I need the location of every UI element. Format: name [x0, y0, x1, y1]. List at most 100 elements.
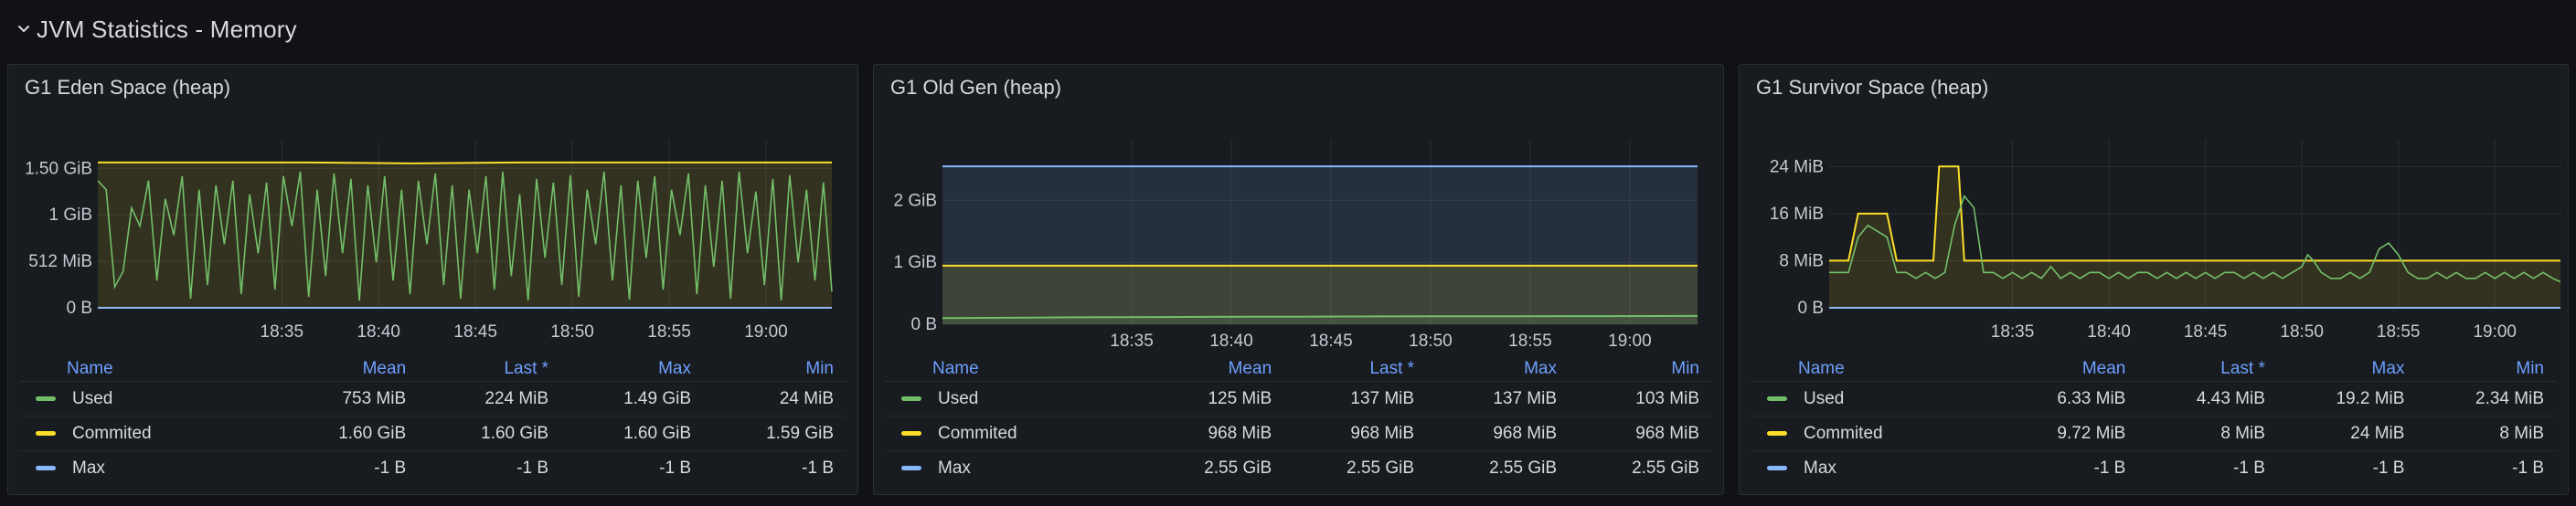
legend-swatch [901, 430, 921, 436]
chart-area[interactable]: 0 B 512 MiB 1 GiB 1.50 GiB 18:35 18:40 18:45 18… [8, 65, 859, 355]
x-tick-label: 18:45 [1309, 332, 1353, 351]
legend-value: 968 MiB [1284, 416, 1428, 451]
x-tick-label: 19:00 [744, 322, 788, 342]
legend-header-last[interactable]: Last * [2138, 357, 2278, 382]
legend-value: 1.60 GiB [419, 416, 562, 451]
legend-header-min[interactable]: Min [1570, 357, 1712, 382]
legend-value: -1 B [2512, 458, 2544, 478]
legend-header-mean[interactable]: Mean [1998, 357, 2139, 382]
legend-value: 1.59 GiB [704, 416, 846, 451]
legend-row[interactable]: Used 125 MiB 137 MiB 137 MiB 103 MiB [885, 381, 1712, 416]
legend-value: 2.55 GiB [1632, 458, 1699, 478]
x-tick-label: 18:40 [1209, 332, 1253, 351]
x-tick-label: 18:50 [2280, 322, 2324, 342]
legend-value: 968 MiB [1142, 416, 1285, 451]
legend-series-name[interactable]: Commited [72, 424, 152, 443]
x-tick-label: 19:00 [2473, 322, 2517, 342]
x-tick-label: 18:35 [261, 322, 304, 342]
x-tick-label: 19:00 [1608, 332, 1652, 351]
legend-value: 1.60 GiB [276, 416, 420, 451]
y-tick-label: 0 B [910, 315, 937, 334]
legend-value: 2.55 GiB [1204, 458, 1272, 478]
legend-value: 2.34 MiB [2417, 381, 2557, 416]
panel-survivor-space[interactable]: G1 Survivor Space (heap) 0 B8 MiB 16 MiB 24… [1739, 64, 2569, 495]
legend-row[interactable]: Max 2.55 GiB 2.55 GiB 2.55 GiB 2.55 GiB [885, 451, 1712, 486]
legend-swatch [36, 395, 56, 401]
legend-series-name[interactable]: Max [1804, 459, 1836, 478]
legend-header-last[interactable]: Last * [1284, 357, 1428, 382]
legend-header-max[interactable]: Max [1427, 357, 1570, 382]
y-tick-label: 24 MiB [1770, 157, 1824, 176]
row-header[interactable]: JVM Statistics - Memory [0, 0, 2576, 58]
legend-row[interactable]: Used 6.33 MiB 4.43 MiB 19.2 MiB 2.34 MiB [1751, 381, 2557, 416]
y-tick-label: 0 B [1797, 299, 1824, 318]
legend-value: 8 MiB [2138, 416, 2278, 451]
legend-swatch [901, 395, 921, 401]
x-tick-label: 18:35 [1110, 332, 1154, 351]
legend-table: Name Mean Last * Max Min Used 6.33 MiB 4.43 MiB… [1751, 357, 2557, 485]
legend-header-max[interactable]: Max [2277, 357, 2418, 382]
x-tick-label: 18:55 [647, 322, 691, 342]
legend-value: 2.55 GiB [1489, 458, 1558, 478]
x-tick-label: 18:45 [453, 322, 497, 342]
legend-value: 968 MiB [1427, 416, 1570, 451]
legend-swatch [1767, 465, 1787, 470]
legend-row[interactable]: Commited 1.60 GiB 1.60 GiB 1.60 GiB 1.59 GiB [19, 416, 846, 451]
y-tick-label: 1.50 GiB [25, 159, 92, 178]
legend-value: 24 MiB [2277, 416, 2418, 451]
legend-swatch [1767, 395, 1787, 401]
legend-series-name[interactable]: Max [72, 459, 105, 478]
legend-value: 224 MiB [419, 381, 562, 416]
legend-series-name[interactable]: Commited [938, 424, 1017, 443]
legend-row[interactable]: Max -1 B -1 B -1 B -1 B [1751, 451, 2557, 486]
legend-header-mean[interactable]: Mean [1142, 357, 1285, 382]
legend-header-name[interactable]: Name [1751, 357, 1999, 382]
x-tick-label: 18:45 [2184, 322, 2228, 342]
legend-table: Name Mean Last * Max Min Used 125 MiB 137 MiB 13… [885, 357, 1712, 485]
legend-value: 103 MiB [1570, 381, 1712, 416]
y-tick-label: 2 GiB [893, 191, 937, 210]
legend-value: -1 B [659, 458, 692, 478]
legend-series-name[interactable]: Commited [1804, 424, 1883, 443]
legend-value: 137 MiB [1427, 381, 1570, 416]
legend-row[interactable]: Max -1 B -1 B -1 B -1 B [19, 451, 846, 486]
y-tick-label: 0 B [66, 299, 92, 318]
chart-area[interactable]: 0 B 8 MiB 16 MiB 24 MiB 18:35 18:40 18:45 18:50… [1740, 65, 2570, 355]
legend-header-name[interactable]: Name [19, 357, 277, 382]
x-tick-label: 18:40 [2087, 322, 2131, 342]
x-tick-label: 18:55 [1508, 332, 1552, 351]
legend-value: 968 MiB [1570, 416, 1712, 451]
legend-header-name[interactable]: Name [885, 357, 1143, 382]
legend-value: -1 B [2093, 458, 2126, 478]
legend-series-name[interactable]: Max [938, 459, 971, 478]
x-tick-label: 18:50 [1409, 332, 1453, 351]
legend-header-max[interactable]: Max [561, 357, 705, 382]
chart-area[interactable]: 0 B 1 GiB 2 GiB 18:35 18:40 18:45 18:50 18:55 19… [874, 65, 1725, 355]
chevron-down-icon[interactable] [16, 22, 31, 37]
legend-row[interactable]: Commited 968 MiB 968 MiB 968 MiB 968 MiB [885, 416, 1712, 451]
x-tick-label: 18:35 [1991, 322, 2035, 342]
legend-swatch [36, 465, 56, 470]
legend-series-name[interactable]: Used [72, 389, 112, 408]
legend-value: 4.43 MiB [2138, 381, 2278, 416]
legend-header-min[interactable]: Min [704, 357, 846, 382]
legend-value: 24 MiB [704, 381, 846, 416]
legend-swatch [1767, 430, 1787, 436]
legend-row[interactable]: Commited 9.72 MiB 8 MiB 24 MiB 8 MiB [1751, 416, 2557, 451]
legend-row[interactable]: Used 753 MiB 224 MiB 1.49 GiB 24 MiB [19, 381, 846, 416]
legend-header-mean[interactable]: Mean [276, 357, 420, 382]
legend-value: 9.72 MiB [1998, 416, 2139, 451]
legend-header-min[interactable]: Min [2417, 357, 2557, 382]
y-tick-label: 8 MiB [1779, 251, 1824, 270]
panel-old-gen[interactable]: G1 Old Gen (heap) 0 B1 GiB 2 GiB 18:35 18:40… [873, 64, 1724, 495]
legend-series-name[interactable]: Used [938, 389, 978, 408]
panel-eden-space[interactable]: G1 Eden Space (heap) 0 B 512 MiB 1 GiB 1.50 … [7, 64, 858, 495]
y-tick-label: 16 MiB [1770, 205, 1824, 224]
legend-value: -1 B [2233, 458, 2265, 478]
series-area-commited [1829, 166, 2560, 308]
row-title: JVM Statistics - Memory [37, 15, 297, 43]
legend-header-last[interactable]: Last * [419, 357, 562, 382]
legend-table: Name Mean Last * Max Min Used 753 MiB 224 MiB 1.… [19, 357, 846, 485]
legend-series-name[interactable]: Used [1804, 389, 1844, 408]
legend-swatch [901, 465, 921, 470]
